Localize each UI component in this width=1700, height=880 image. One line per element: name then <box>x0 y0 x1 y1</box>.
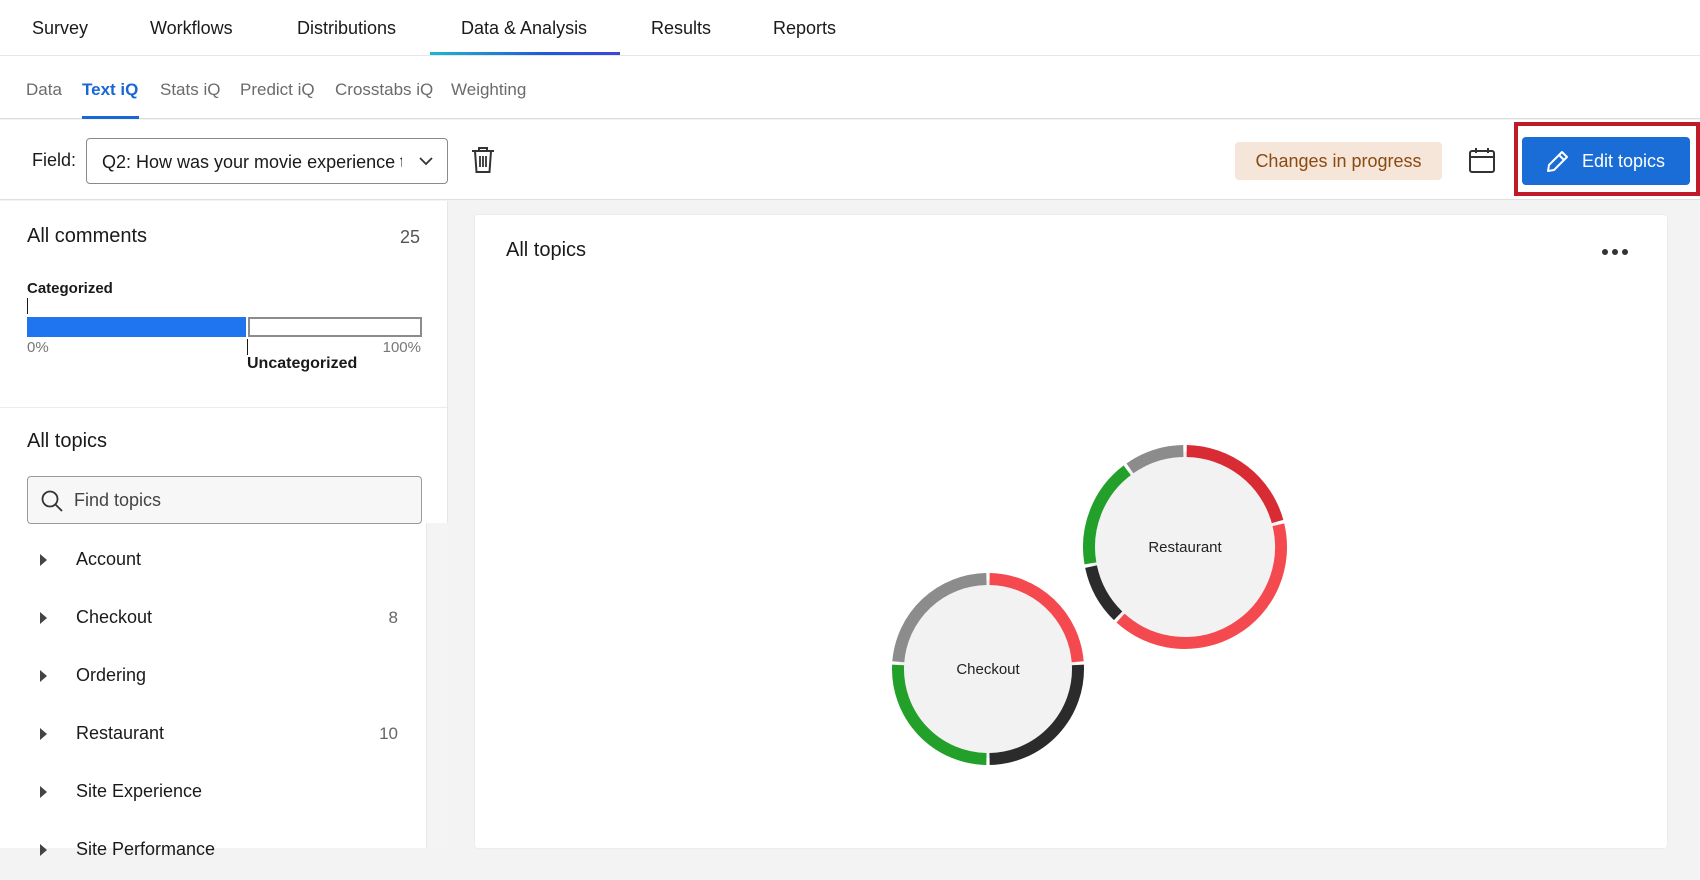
subtab-data[interactable]: Data <box>26 80 62 100</box>
topic-name: Restaurant <box>76 723 165 743</box>
subtab-stats-iq[interactable]: Stats iQ <box>160 80 220 100</box>
categorized-bar <box>27 317 246 337</box>
top-nav: Survey Workflows Distributions Data & An… <box>0 0 1700 56</box>
topic-name: Account <box>76 549 142 569</box>
subtab-crosstabs-iq[interactable]: Crosstabs iQ <box>335 80 433 100</box>
topic-name: Ordering <box>76 665 147 685</box>
bubble-restaurant[interactable]: Restaurant <box>1083 445 1287 649</box>
topic-row-account[interactable]: Account <box>0 532 426 590</box>
topic-search <box>27 476 422 524</box>
topic-name: Site Experience <box>76 781 203 801</box>
subtab-weighting[interactable]: Weighting <box>451 80 526 100</box>
edit-topics-label: Edit topics <box>1582 151 1666 171</box>
expand-caret-icon[interactable] <box>40 554 47 566</box>
pct-max-label: 100% <box>382 339 421 356</box>
topic-count: 10 <box>379 724 398 743</box>
comments-count: 25 <box>399 227 420 247</box>
active-tab-indicator <box>430 52 620 55</box>
trash-icon[interactable] <box>470 145 496 175</box>
topics-card: Restaurant Checkout All topics <box>475 215 1667 848</box>
status-badge: Changes in progress <box>1235 142 1442 180</box>
topic-count: 8 <box>388 608 398 627</box>
bubble-restaurant-label: Restaurant <box>1148 539 1222 556</box>
edit-topics-button[interactable]: Edit topics <box>1522 137 1690 185</box>
uncategorized-label: Uncategorized <box>247 355 358 372</box>
chevron-down-icon <box>419 157 433 166</box>
topic-row-restaurant[interactable]: Restaurant 10 <box>0 706 426 764</box>
uncategorized-marker <box>247 339 248 355</box>
tab-results[interactable]: Results <box>651 18 711 39</box>
pencil-icon <box>1547 151 1568 172</box>
all-topics-heading: All topics <box>506 239 587 261</box>
tab-data-analysis[interactable]: Data & Analysis <box>461 18 587 39</box>
bubble-checkout-label: Checkout <box>956 661 1020 678</box>
tab-workflows[interactable]: Workflows <box>150 18 233 39</box>
subtab-predict-iq[interactable]: Predict iQ <box>240 80 315 100</box>
expand-caret-icon[interactable] <box>40 844 47 856</box>
uncategorized-bar <box>248 317 422 337</box>
topics-scrollbar[interactable] <box>426 523 448 848</box>
bubble-checkout[interactable]: Checkout <box>892 573 1084 765</box>
calendar-icon[interactable] <box>1468 146 1496 174</box>
topic-name: Site Performance <box>76 839 216 859</box>
field-select-value: Q2: How was your movie experience today? <box>102 152 402 172</box>
field-label: Field: <box>32 150 77 170</box>
search-icon <box>41 490 63 512</box>
expand-caret-icon[interactable] <box>40 670 47 682</box>
all-topics-title: All topics <box>27 430 108 452</box>
pct-min-label: 0% <box>27 339 49 356</box>
sub-nav: Data Text iQ Stats iQ Predict iQ Crossta… <box>0 56 1700 119</box>
tab-reports[interactable]: Reports <box>773 18 836 39</box>
all-comments-title: All comments <box>27 225 148 247</box>
topic-row-checkout[interactable]: Checkout 8 <box>0 590 426 648</box>
more-options-icon[interactable] <box>1600 245 1630 259</box>
comments-panel: All comments 25 Categorized 0% 100% Unca… <box>0 201 448 859</box>
expand-caret-icon[interactable] <box>40 786 47 798</box>
divider <box>0 407 447 408</box>
topic-row-site-experience[interactable]: Site Experience <box>0 764 426 822</box>
tab-distributions[interactable]: Distributions <box>297 18 396 39</box>
topic-bubble-chart: Restaurant Checkout <box>892 445 1287 765</box>
subtab-text-iq[interactable]: Text iQ <box>82 80 138 100</box>
active-subtab-indicator <box>82 116 139 119</box>
topic-row-site-performance[interactable]: Site Performance <box>0 822 426 880</box>
field-select[interactable]: Q2: How was your movie experience today? <box>86 138 448 184</box>
categorized-label: Categorized <box>27 280 113 297</box>
tab-survey[interactable]: Survey <box>32 18 88 39</box>
topic-name: Checkout <box>76 607 153 627</box>
topic-row-ordering[interactable]: Ordering <box>0 648 426 706</box>
categorized-marker <box>27 298 28 314</box>
toolbar: Field: Q2: How was your movie experience… <box>0 120 1700 200</box>
search-input[interactable] <box>74 485 404 515</box>
expand-caret-icon[interactable] <box>40 612 47 624</box>
expand-caret-icon[interactable] <box>40 728 47 740</box>
